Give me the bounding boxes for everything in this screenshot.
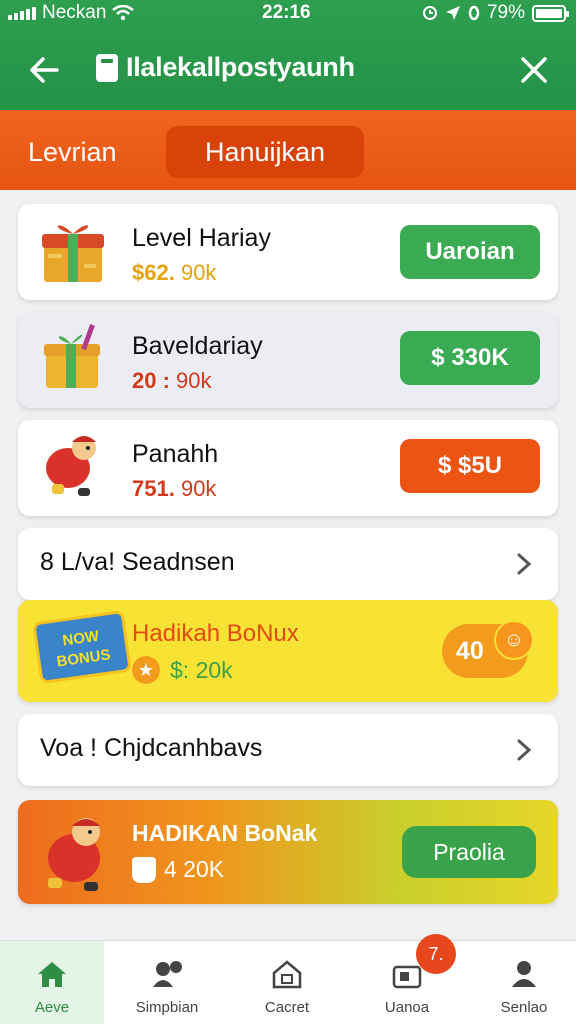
tab-hanuijkan[interactable]: Hanuijkan xyxy=(166,126,364,178)
item-price: 20 : 90k xyxy=(132,368,212,393)
signal-icon xyxy=(8,6,36,20)
document-icon xyxy=(96,53,118,82)
page-title: Ilalekallpostyaunh xyxy=(126,52,355,82)
item-price: 751. 90k xyxy=(132,476,217,501)
item-card-level-hariay[interactable]: Level Hariay $62. 90k Uaroian xyxy=(18,204,558,300)
bonus-reward: ★ $: 20k xyxy=(132,656,233,684)
close-icon xyxy=(521,57,547,83)
item-price: $62. 90k xyxy=(132,260,217,285)
section-label: Voa ! Chjdcanhbavs xyxy=(40,734,263,762)
section-row-chjdcanhbavs[interactable]: Voa ! Chjdcanhbavs xyxy=(18,714,558,786)
gift-box-icon xyxy=(42,225,104,282)
item-name: Panahh xyxy=(132,440,219,468)
claim-button[interactable]: Praolia xyxy=(402,826,536,878)
bonus-card-hadikan[interactable]: HADIKAN BoNak 4 20K Praolia xyxy=(18,800,558,904)
item-name: Baveldariay xyxy=(132,332,263,360)
tab-bar: Levrian Hanuijkan xyxy=(0,110,576,190)
character-icon xyxy=(46,436,96,496)
bonus-title: Hadikah BoNux xyxy=(132,620,299,647)
gift-drink-icon xyxy=(44,324,100,388)
nav-item-cacret[interactable]: Cacret xyxy=(235,941,339,1024)
bonus-count-bubble: 40 ☺ xyxy=(442,620,534,678)
smiley-icon: ☺ xyxy=(494,620,534,660)
bonus-reward: 4 20K xyxy=(132,856,224,883)
bonus-title: HADIKAN BoNak xyxy=(132,820,318,846)
chevron-right-icon xyxy=(517,553,532,575)
battery-percent: 79% xyxy=(486,2,525,23)
alarm-icon xyxy=(422,6,437,20)
location-icon xyxy=(445,6,460,20)
item-name: Level Hariay xyxy=(132,224,271,252)
app-header: Neckan 22:16 79% Ilalekallpostyaunh xyxy=(0,0,576,110)
nav-item-home[interactable]: Aeve xyxy=(0,941,104,1024)
buy-button-baveldariay[interactable]: $ 330K xyxy=(400,331,540,385)
nav-item-senlao[interactable]: Senlao xyxy=(472,941,576,1024)
status-time: 22:16 xyxy=(262,2,311,23)
arrow-left-icon xyxy=(30,57,59,83)
status-bar: Neckan 22:16 79% xyxy=(0,0,576,26)
rotation-lock-icon xyxy=(468,5,480,21)
item-card-panahh[interactable]: Panahh 751. 90k $ $5U xyxy=(18,420,558,516)
wifi-icon xyxy=(112,5,135,21)
cup-icon xyxy=(132,856,156,883)
new-bonus-badge: NOW BONUS xyxy=(32,609,132,685)
house-outline-icon xyxy=(272,960,302,989)
nav-item-simpbian[interactable]: Simpbian xyxy=(115,941,219,1024)
home-icon xyxy=(38,962,66,987)
person-chat-icon xyxy=(153,961,182,987)
buy-button-level-hariay[interactable]: Uaroian xyxy=(400,225,540,279)
chevron-right-icon xyxy=(517,739,532,761)
battery-icon xyxy=(532,4,569,22)
tab-levrian[interactable]: Levrian xyxy=(28,126,117,178)
bonus-card-hadikah[interactable]: NOW BONUS Hadikah BoNux ★ $: 20k 40 ☺ xyxy=(18,600,558,702)
back-button[interactable] xyxy=(22,48,66,92)
notification-badge: 7. xyxy=(416,934,456,974)
section-label: 8 L/va! Seadnsen xyxy=(40,548,235,576)
character-icon xyxy=(48,818,100,891)
item-card-baveldariay[interactable]: Baveldariay 20 : 90k $ 330K xyxy=(18,312,558,408)
section-row-seadnsen[interactable]: 8 L/va! Seadnsen xyxy=(18,528,558,600)
bottom-navigation: Aeve Simpbian Cacret Uanoa Senlao xyxy=(0,940,576,1024)
user-icon xyxy=(512,961,536,987)
buy-button-panahh[interactable]: $ $5U xyxy=(400,439,540,493)
carrier-name: Neckan xyxy=(42,2,107,23)
star-icon: ★ xyxy=(132,656,160,684)
close-button[interactable] xyxy=(512,48,556,92)
